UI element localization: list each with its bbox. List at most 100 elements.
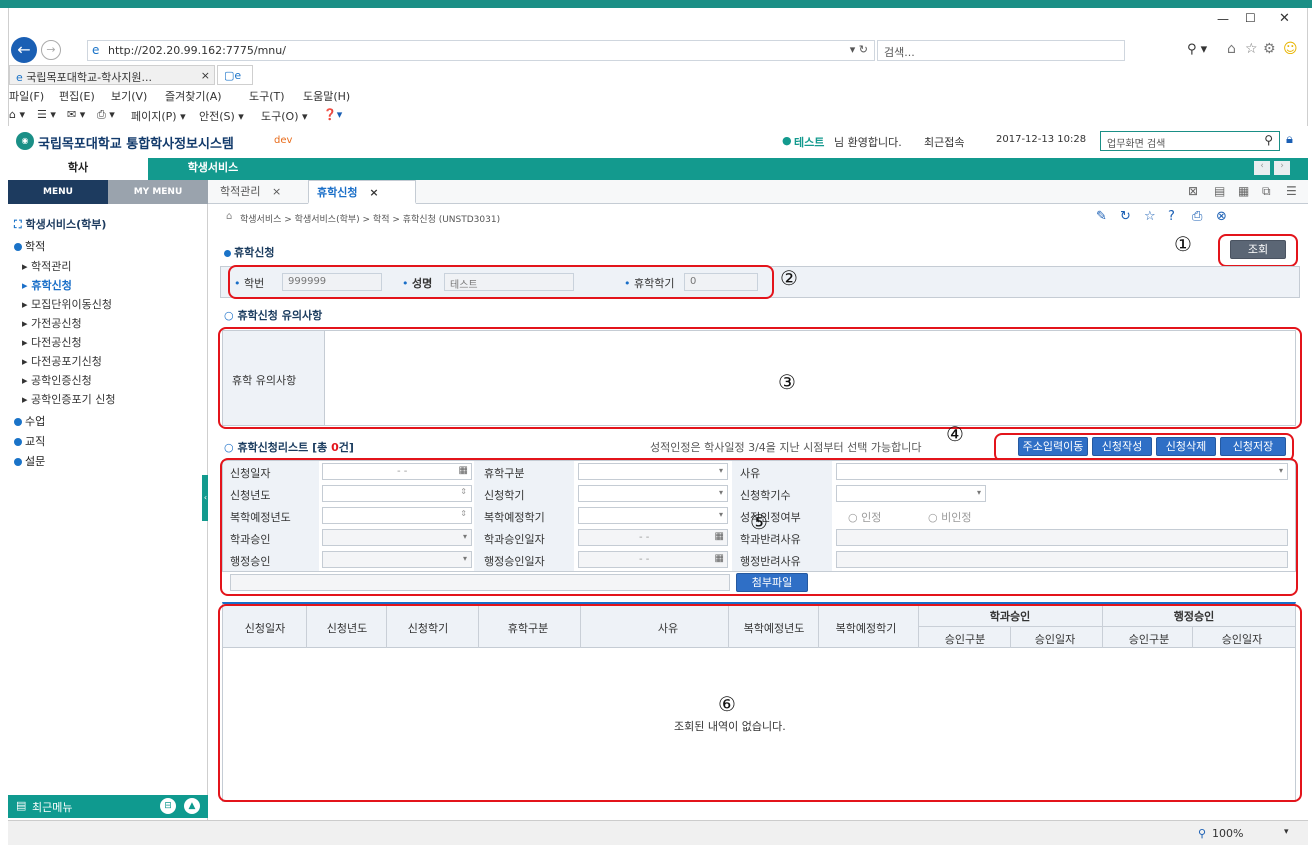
list-title-text: 휴학신청리스트 [총 [237, 441, 328, 454]
annotation-6: ⑥ [718, 692, 736, 716]
home-icon[interactable]: ⌂ [1227, 41, 1236, 57]
refresh-icon[interactable]: ▾ ↻ [850, 43, 868, 56]
maximize-icon[interactable]: ☐ [1245, 11, 1256, 25]
tab-leave-apply[interactable]: 휴학신청 × [308, 180, 416, 204]
menu-edit[interactable]: 편집(E) [59, 88, 95, 104]
sidebar-folder-haekjeok-label: 학적 [25, 240, 46, 253]
cmd-mail-icon[interactable]: ✉ ▾ [67, 108, 85, 121]
app-title[interactable]: 국립목포대학교 통합학사정보시스템 [38, 133, 234, 152]
browser-tab[interactable]: e 국립목포대학교-학사지원... × [9, 65, 215, 85]
footer-delete-icon[interactable]: ⊟ [160, 798, 176, 814]
win-cascade-icon[interactable]: ⊠ [1188, 184, 1198, 198]
welcome-text: 님 환영합니다. [834, 136, 902, 149]
cmd-page[interactable]: 페이지(P) ▾ [131, 108, 186, 124]
help-edit-icon[interactable]: ✎ [1096, 209, 1107, 224]
section-title-list: ○ 휴학신청리스트 [총 0건] [224, 439, 354, 455]
sidebar-folder-haekjeok[interactable]: 학적 [14, 238, 45, 254]
breadcrumb-home-icon[interactable]: ⌂ [226, 211, 232, 222]
menu-search-icon[interactable]: ⚲ [1264, 133, 1273, 147]
cmd-safety[interactable]: 안전(S) ▾ [199, 108, 244, 124]
address-bar[interactable]: e http://202.20.99.162:7775/mnu/ ▾ ↻ [87, 40, 875, 61]
sidebar-item-multimajor[interactable]: ▸ 다전공신청 [22, 334, 82, 350]
sidebar-item-label: 휴학신청 [31, 279, 72, 292]
list-bullet-icon: ○ [224, 441, 238, 454]
sidebar-root[interactable]: ⛶ 학생서비스(학부) [14, 216, 106, 232]
settings-icon[interactable]: ⚙ [1263, 41, 1276, 57]
sidebar-tab-mymenu[interactable]: MY MENU [108, 180, 208, 204]
sidebar-folder-class[interactable]: 수업 [14, 413, 45, 429]
search-icon[interactable]: ⚲ ▾ [1187, 42, 1207, 57]
recent-menu-icon: ▤ [16, 799, 27, 812]
top-navigation: 학사 학생서비스 ‹ › [8, 156, 1308, 180]
sidebar-item-leave-apply[interactable]: ▸ 휴학신청 [22, 277, 72, 293]
new-tab-icon: ▢e [224, 69, 242, 82]
sidebar-item-multimajor-cancel[interactable]: ▸ 다전공포기신청 [22, 353, 102, 369]
sidebar-item-engcert[interactable]: ▸ 공학인증신청 [22, 372, 92, 388]
sidebar-item-label: 다전공포기신청 [31, 355, 102, 368]
close-page-icon[interactable]: ⊗ [1216, 209, 1227, 224]
ie-page-icon: e [92, 43, 100, 57]
cmd-home-icon[interactable]: ⌂ ▾ [9, 108, 25, 121]
section-title-text: 휴학신청 [234, 246, 275, 259]
annotation-2: ② [780, 266, 798, 290]
win-tile-h-icon[interactable]: ▤ [1214, 184, 1225, 198]
sidebar-item-major[interactable]: ▸ 가전공신청 [22, 315, 82, 331]
menu-help[interactable]: 도움말(H) [303, 88, 350, 104]
sidebar-item-engcert-cancel[interactable]: ▸ 공학인증포기 신청 [22, 391, 116, 407]
nav-next-icon[interactable]: › [1274, 161, 1290, 175]
bookmark-icon[interactable]: ☆ [1144, 209, 1156, 224]
zoom-level[interactable]: 100% [1212, 827, 1243, 840]
cmd-print-icon[interactable]: ⎙ ▾ [97, 108, 115, 122]
zoom-chevron-icon[interactable]: ▾ [1284, 827, 1289, 837]
zoom-icon: ⚲ [1198, 827, 1207, 840]
cmd-help-icon[interactable]: ❓▾ [323, 108, 342, 121]
nav-prev-icon[interactable]: ‹ [1254, 161, 1270, 175]
folder-icon [14, 438, 22, 446]
menu-file[interactable]: 파일(F) [9, 88, 44, 104]
back-icon[interactable]: ← [11, 37, 37, 63]
favorites-icon[interactable]: ☆ [1245, 41, 1258, 57]
folder-icon [14, 418, 22, 426]
lock-icon[interactable]: 🔒︎ [1286, 132, 1293, 147]
smiley-icon[interactable]: ☺ [1283, 41, 1298, 57]
section-bullet-icon [224, 249, 231, 257]
nav-haksa[interactable]: 학사 [8, 156, 148, 180]
cmd-feeds-icon[interactable]: ☰ ▾ [37, 108, 56, 121]
sidebar-folder-label: 수업 [25, 415, 46, 428]
win-list-icon[interactable]: ☰ [1286, 184, 1297, 198]
sidebar-root-label: 학생서비스(학부) [25, 218, 107, 231]
tab-haekjeok-manage[interactable]: 학적관리 × [212, 180, 289, 204]
tab-close-icon[interactable]: × [272, 185, 281, 198]
refresh-page-icon[interactable]: ↻ [1120, 209, 1131, 224]
tab-close-icon[interactable]: × [369, 186, 378, 199]
new-tab-button[interactable]: ▢e [217, 65, 253, 85]
menu-tools[interactable]: 도구(T) [249, 88, 285, 104]
help-icon[interactable]: ? [1168, 209, 1175, 224]
win-restore-icon[interactable]: ⧉ [1262, 184, 1271, 199]
sidebar-tab-menu[interactable]: MENU [8, 180, 108, 204]
recent-menu-label[interactable]: 최근메뉴 [32, 799, 72, 815]
sidebar-item-haekjeok-manage[interactable]: ▸ 학적관리 [22, 258, 72, 274]
tab-close-icon[interactable]: × [201, 69, 210, 82]
browser-search[interactable]: 검색... [877, 40, 1125, 61]
close-icon[interactable]: ✕ [1279, 11, 1290, 26]
list-suffix: 건] [338, 441, 354, 454]
menu-favorites[interactable]: 즐겨찾기(A) [165, 88, 222, 104]
tab-label: 휴학신청 [317, 186, 358, 199]
menu-search-input[interactable]: 업무화면 검색 ⚲ [1100, 131, 1280, 151]
sidebar-folder-label: 교직 [25, 435, 46, 448]
minimize-icon[interactable]: — [1217, 12, 1229, 26]
print-icon[interactable]: ⎙ [1192, 209, 1202, 224]
list-count: 0 [331, 441, 339, 454]
user-name: 테스트 [794, 136, 825, 149]
sidebar-folder-survey[interactable]: 설문 [14, 453, 45, 469]
footer-up-icon[interactable]: ▲ [184, 798, 200, 814]
tab-ie-icon: e [16, 71, 27, 84]
win-tile-v-icon[interactable]: ▦ [1238, 184, 1249, 198]
sidebar-item-transfer[interactable]: ▸ 모집단위이동신청 [22, 296, 112, 312]
menu-view[interactable]: 보기(V) [111, 88, 147, 104]
sidebar-folder-teaching[interactable]: 교직 [14, 433, 45, 449]
nav-student-service[interactable]: 학생서비스 [148, 156, 278, 180]
forward-icon[interactable]: → [41, 40, 61, 60]
cmd-tools[interactable]: 도구(O) ▾ [261, 108, 308, 124]
